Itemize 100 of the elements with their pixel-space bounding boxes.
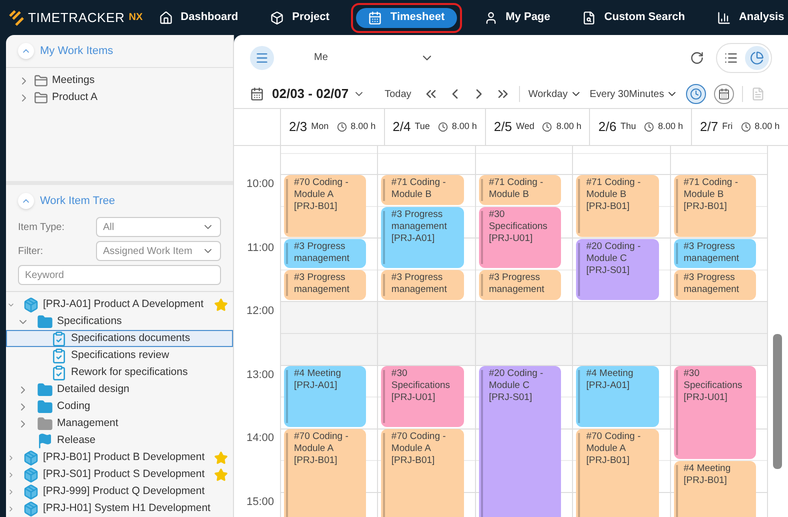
tree-item-label: [PRJ-H01] System H1 Development [43, 500, 210, 516]
event-code: [PRJ-U01] [391, 392, 436, 404]
tree-item[interactable]: Meetings [6, 72, 233, 89]
dropdown[interactable]: Assigned Work Item [96, 241, 221, 261]
tree-item[interactable]: Detailed design [6, 381, 233, 398]
nav-tab[interactable]: Custom Search [570, 8, 697, 28]
nav-tab[interactable]: Analysis [704, 8, 788, 28]
nav-tab[interactable]: Dashboard [146, 8, 250, 28]
tree-item[interactable]: [PRJ-B01] Product B Development [6, 449, 233, 466]
event-card[interactable]: #71 Coding - Module B [381, 175, 464, 205]
tree-item[interactable]: [PRJ-999] Product Q Development [6, 483, 233, 500]
nav-tab[interactable]: Timesheet [356, 8, 457, 28]
day-weekday: Fri [722, 120, 733, 134]
event-card[interactable]: #3 Progress management [674, 238, 756, 268]
calendar-view-button[interactable] [714, 84, 734, 104]
event-card[interactable]: #3 Progress management [381, 270, 464, 300]
star-icon[interactable] [214, 468, 228, 482]
event-card[interactable]: #3 Progress management [478, 270, 562, 300]
event-title: #71 Coding - Module B [586, 177, 642, 201]
event-card[interactable]: #30 Specifications [PRJ-U01] [381, 366, 464, 428]
nav-tab[interactable]: Project [258, 8, 342, 28]
tree-item-label: Specifications [57, 314, 122, 329]
tree-item[interactable]: Specifications review [6, 347, 233, 364]
event-card[interactable]: #4 Meeting [PRJ-A01] [284, 366, 366, 428]
star-icon[interactable] [214, 298, 228, 312]
calendar-icon[interactable] [250, 87, 264, 101]
event-title: #71 Coding - Module B [684, 177, 740, 201]
dropdown[interactable]: All [96, 217, 221, 237]
clock-icon [336, 122, 347, 132]
day-date: 2/7 [700, 118, 718, 136]
tree-item-label: Rework for specifications [71, 364, 188, 380]
section-title: Work Item Tree [40, 194, 115, 209]
interval-dropdown[interactable]: Every 30Minutes [590, 86, 678, 102]
event-code: [PRJ-B01] [391, 455, 436, 468]
folder-check-icon [37, 314, 53, 330]
menu-button[interactable] [250, 46, 274, 70]
event-card[interactable]: #70 Coding - Module A [PRJ-B01] [284, 175, 366, 237]
tree-item[interactable]: Management [6, 415, 233, 432]
clock-icon [542, 122, 552, 132]
day-weekday: Wed [516, 120, 534, 134]
day-weekday: Tue [414, 120, 430, 134]
document-icon[interactable] [751, 87, 766, 101]
field-label: Filter: [18, 244, 44, 258]
event-card[interactable]: #30 Specifications [PRJ-U01] [674, 366, 756, 460]
date-range[interactable]: 02/03 - 02/07 [272, 84, 349, 104]
event-card[interactable]: #4 Meeting [PRJ-A01] [576, 366, 659, 428]
user-dropdown[interactable]: Me [314, 50, 434, 65]
event-card[interactable]: #20 Coding - Module C [PRJ-S01] [478, 366, 562, 517]
logo-text: TIMETRACKER [28, 8, 125, 27]
section-title: My Work Items [40, 44, 114, 59]
event-card[interactable]: #20 Coding - Module C [PRJ-S01] [576, 238, 659, 300]
tree-item[interactable]: Release [6, 432, 233, 449]
event-card[interactable]: #71 Coding - Module B [PRJ-B01] [576, 175, 659, 237]
clipboard-check-icon [51, 330, 67, 346]
event-title: #71 Coding - Module B [488, 177, 544, 201]
user-icon [484, 10, 498, 24]
bar-chart-icon [716, 10, 731, 24]
tree-item[interactable]: [PRJ-A01] Product A Development [6, 296, 233, 313]
event-card[interactable]: #70 Coding - Module A [PRJ-B01] [284, 429, 366, 517]
event-card[interactable]: #71 Coding - Module B [PRJ-B01] [674, 175, 756, 237]
clock-icon [438, 122, 448, 132]
event-card[interactable]: #3 Progress management [284, 270, 366, 300]
event-card[interactable]: #3 Progress management [674, 270, 756, 300]
keyword-field[interactable]: Keyword [18, 265, 221, 285]
event-card[interactable]: #30 Specifications [PRJ-U01] [478, 206, 562, 268]
event-card[interactable]: #70 Coding - Module A [PRJ-B01] [381, 429, 464, 517]
tree-item[interactable]: Product A [6, 89, 233, 106]
event-card[interactable]: #4 Meeting [PRJ-B01] [674, 461, 756, 517]
event-title: #4 Meeting [684, 463, 731, 476]
event-code: [PRJ-U01] [488, 232, 534, 245]
event-title: #70 Coding - Module A [294, 177, 350, 201]
collapse-button[interactable] [18, 193, 34, 209]
tree-item[interactable]: Rework for specifications [6, 364, 233, 381]
folder-icon [34, 74, 48, 88]
scrollbar-thumb[interactable] [773, 334, 782, 469]
tree-item-label: Specifications review [71, 348, 170, 363]
event-title: #70 Coding - Module A [294, 431, 350, 456]
event-code: [PRJ-B01] [294, 455, 338, 468]
tree-item[interactable]: [PRJ-S01] Product S Development [6, 466, 233, 483]
time-view-button[interactable] [686, 84, 706, 104]
event-code: [PRJ-A01] [391, 232, 436, 245]
nav-tab[interactable]: My Page [472, 8, 562, 28]
refresh-icon[interactable] [690, 50, 704, 64]
workday-dropdown[interactable]: Workday [528, 86, 582, 102]
cube-icon [23, 296, 39, 312]
event-title: #3 Progress management [684, 240, 740, 265]
tree-item[interactable]: [PRJ-H01] System H1 Development [6, 500, 233, 517]
today-button[interactable]: Today [380, 86, 416, 102]
event-card[interactable]: #3 Progress management [284, 238, 366, 268]
event-card[interactable]: #71 Coding - Module B [478, 175, 562, 205]
tree-item[interactable]: Coding [6, 398, 233, 415]
tree-item[interactable]: Specifications documents [6, 330, 233, 347]
event-title: #3 Progress management [391, 272, 448, 296]
day-weekday: Mon [311, 120, 329, 134]
event-card[interactable]: #70 Coding - Module A [PRJ-B01] [576, 429, 659, 517]
tree-item[interactable]: Specifications [6, 313, 233, 330]
event-card[interactable]: #3 Progress management [PRJ-A01] [381, 206, 464, 268]
collapse-button[interactable] [18, 43, 34, 59]
chart-view-button[interactable] [745, 46, 769, 70]
star-icon[interactable] [214, 450, 228, 464]
